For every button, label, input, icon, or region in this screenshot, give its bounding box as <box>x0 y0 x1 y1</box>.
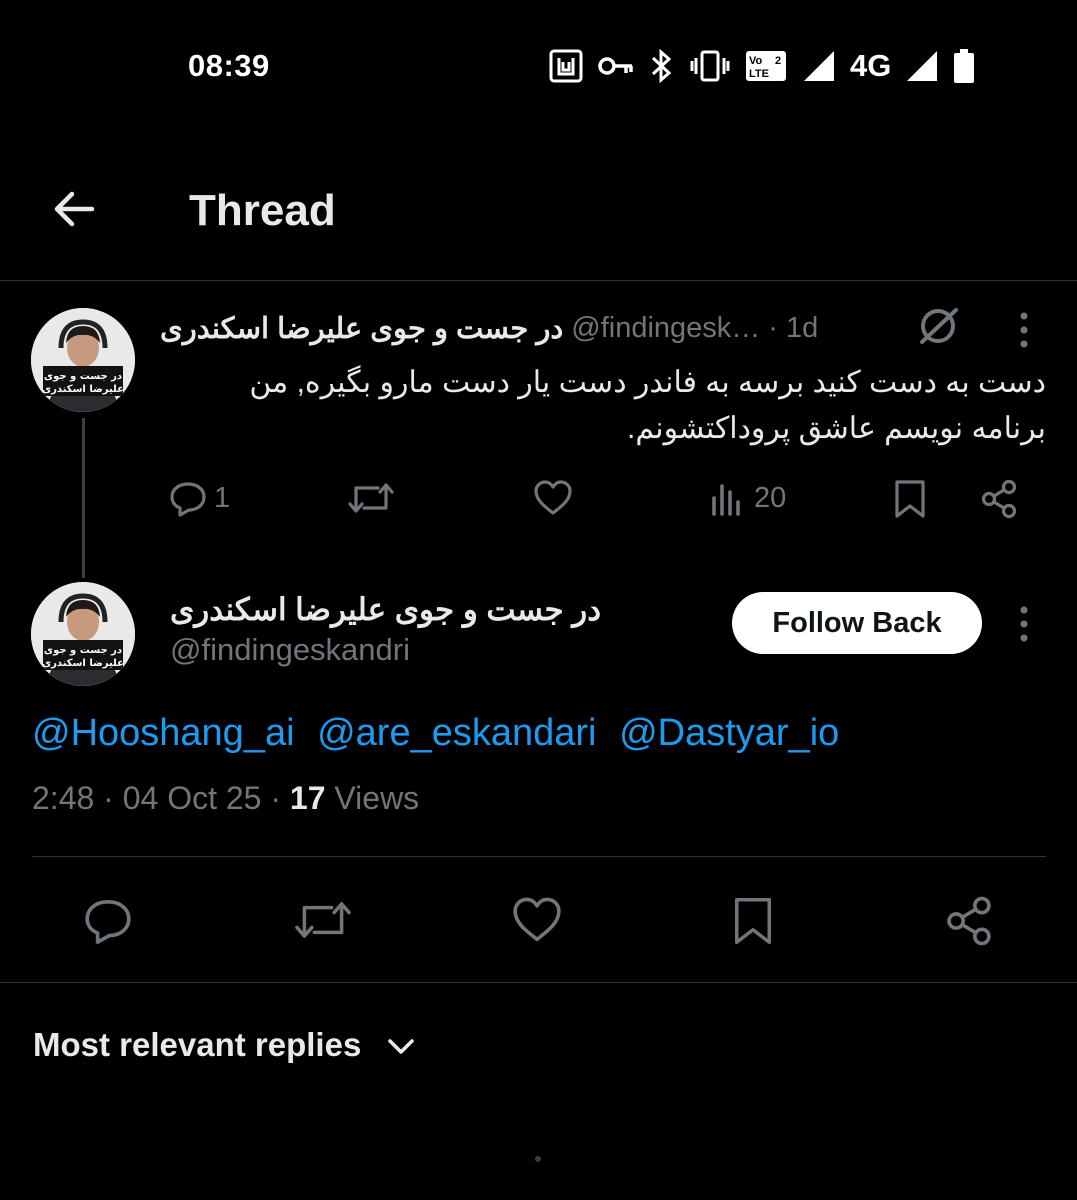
scroll-indicator-dot <box>535 1156 541 1162</box>
reply-icon <box>170 482 206 517</box>
bookmark-icon <box>895 480 925 518</box>
back-arrow-icon[interactable] <box>50 185 98 233</box>
heart-icon <box>534 480 572 515</box>
separator-dot: · <box>103 780 114 816</box>
mention-link[interactable]: @Hooshang_ai <box>32 712 295 754</box>
tweet-time: 1d <box>785 311 819 344</box>
tweet-mentions: @Hooshang_ai @are_eskandari @Dastyar_io <box>32 712 851 755</box>
tweet-meta: 2:48 · 04 Oct 25 · 17 Views <box>32 780 419 817</box>
signal-icon <box>804 51 834 81</box>
battery-icon <box>954 49 975 83</box>
reply-icon[interactable] <box>82 894 134 946</box>
svg-text:Vo: Vo <box>749 55 763 67</box>
nfc-icon <box>549 49 583 83</box>
more-options-icon[interactable] <box>1014 604 1034 644</box>
view-count: 20 <box>754 481 787 514</box>
avatar-caption-line1: در جست و جوی <box>44 645 122 656</box>
post-time: 2:48 <box>32 780 95 816</box>
retweet-button[interactable] <box>346 478 396 518</box>
signal-icon-2 <box>907 51 938 81</box>
avatar[interactable]: در جست و جوی علیرضا اسکندری <box>31 582 135 686</box>
mention-link[interactable]: @are_eskandari <box>317 712 596 754</box>
follow-back-button[interactable]: Follow Back <box>732 592 982 654</box>
author-name[interactable]: در جست و جوی علیرضا اسکندری <box>170 592 601 628</box>
avatar-caption-line2: علیرضا اسکندری <box>42 658 124 669</box>
header-divider <box>0 280 1077 281</box>
avatar[interactable]: در جست و جوی علیرضا اسکندری <box>31 308 135 412</box>
actions-divider <box>0 982 1077 983</box>
avatar-caption-line1: در جست و جوی <box>44 371 122 382</box>
vpn-key-icon <box>598 57 633 75</box>
views-count[interactable]: 17 <box>290 780 326 816</box>
mention-link[interactable]: @Dastyar_io <box>619 712 839 754</box>
thread-connector-line <box>82 418 85 578</box>
svg-text:2: 2 <box>775 55 781 67</box>
author-handle[interactable]: @findingesk… <box>571 312 760 345</box>
replies-sort-label[interactable]: Most relevant replies <box>33 1026 361 1064</box>
tweet-text: دست به دست کنید برسه به فاندر دست یار دس… <box>249 366 1046 445</box>
chevron-down-icon[interactable] <box>385 1030 417 1062</box>
bookmark-icon[interactable] <box>728 894 778 948</box>
retweet-icon <box>348 483 394 513</box>
separator-dot: · <box>270 780 282 816</box>
share-icon <box>981 479 1017 519</box>
share-button[interactable] <box>978 478 1020 520</box>
author-name[interactable]: در جست و جوی علیرضا اسکندری <box>160 311 563 346</box>
more-options-icon[interactable] <box>1014 310 1034 350</box>
analytics-icon <box>712 484 740 516</box>
share-icon[interactable] <box>942 894 996 948</box>
bookmark-button[interactable] <box>890 478 930 520</box>
svg-text:LTE: LTE <box>749 68 769 80</box>
network-type: 4G <box>850 48 892 83</box>
tweet-actions: 1 20 <box>160 470 1040 530</box>
page-title: Thread <box>189 186 336 235</box>
status-icons: Vo LTE 2 4G <box>548 46 975 86</box>
bluetooth-icon <box>651 48 672 84</box>
avatar-caption-line2: علیرضا اسکندری <box>42 384 124 395</box>
separator-dot: · <box>768 311 778 344</box>
post-date: 04 Oct 25 <box>122 780 262 816</box>
author-handle[interactable]: @findingeskandri <box>170 632 410 668</box>
views-button[interactable]: 20 <box>708 478 786 518</box>
meta-divider <box>32 856 1046 857</box>
heart-icon[interactable] <box>510 894 564 946</box>
reply-button[interactable]: 1 <box>168 478 230 518</box>
vibrate-icon <box>690 50 730 82</box>
grok-icon[interactable] <box>914 304 962 348</box>
like-button[interactable] <box>532 478 574 518</box>
tweet-actions <box>0 888 1077 952</box>
status-time: 08:39 <box>188 48 270 83</box>
views-label[interactable]: Views <box>334 780 419 816</box>
volte-icon: VoLTE 2 <box>746 51 786 81</box>
reply-count: 1 <box>214 481 231 514</box>
retweet-icon[interactable] <box>292 894 354 946</box>
tweet-header: در جست و جوی علیرضا اسکندری @findingesk…… <box>160 306 960 350</box>
